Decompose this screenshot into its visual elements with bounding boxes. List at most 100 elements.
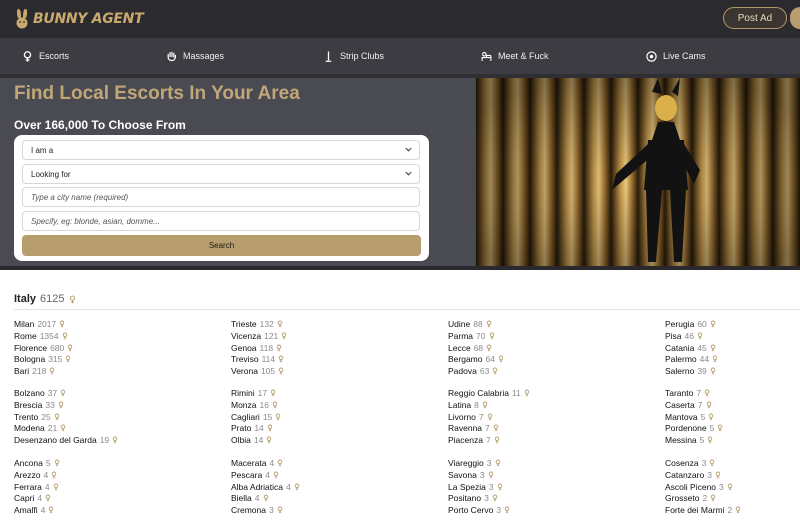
search-button[interactable]: Search — [22, 235, 421, 256]
city-input[interactable]: Type a city name (required) — [22, 187, 420, 207]
search-form: I am a Looking for Type a city name (req… — [14, 135, 429, 261]
city-link[interactable]: Verona 105 — [231, 366, 284, 376]
i-am-select[interactable]: I am a — [22, 140, 420, 160]
city-link[interactable]: Cosenza 3 — [665, 458, 715, 468]
city-count: 16 — [259, 399, 269, 410]
city-name: Forte dei Marmi — [665, 505, 725, 516]
city-link[interactable]: Perugia 60 — [665, 319, 716, 329]
city-count: 14 — [254, 423, 264, 434]
logo-text: BUNNY AGENT — [33, 11, 144, 27]
city-link[interactable]: Bologna 315 — [14, 354, 71, 364]
city-name: Pordenone — [665, 423, 707, 434]
city-count: 2 — [727, 505, 733, 516]
city-link[interactable]: Trento 25 — [14, 412, 60, 422]
city-link[interactable]: Grosseto 2 — [665, 493, 716, 503]
female-icon — [718, 424, 723, 432]
city-link[interactable]: Taranto 7 — [665, 388, 710, 398]
female-icon — [272, 401, 278, 409]
city-link[interactable]: Olbia 14 — [231, 435, 272, 445]
city-link[interactable]: Livorno 7 — [448, 412, 493, 422]
city-link[interactable]: Trieste 132 — [231, 319, 283, 329]
city-link[interactable]: Forte dei Marmi 2 — [665, 505, 741, 515]
female-icon — [278, 367, 284, 375]
female-icon — [49, 506, 54, 514]
city-name: Verona — [231, 366, 258, 377]
account-button[interactable] — [790, 7, 800, 29]
city-count: 46 — [684, 330, 695, 341]
city-link[interactable]: Milan 2017 — [14, 319, 65, 329]
city-link[interactable]: Reggio Calabria 11 — [448, 388, 530, 398]
city-link[interactable]: Mantova 5 — [665, 412, 714, 422]
city-count: 88 — [473, 319, 483, 329]
city-link[interactable]: Arezzo 4 — [14, 470, 57, 480]
nav-item-meet[interactable]: Meet & Fuck — [481, 38, 549, 74]
city-link[interactable]: Alba Adriatica 4 — [231, 482, 300, 492]
nav-item-massages[interactable]: Massages — [166, 38, 224, 74]
city-link[interactable]: Pescara 4 — [231, 470, 279, 480]
section-divider — [14, 309, 800, 310]
specify-input[interactable]: Specify, eg: blonde, asian, domme... — [22, 211, 420, 231]
looking-for-select[interactable]: Looking for — [22, 164, 420, 184]
city-link[interactable]: Biella 4 — [231, 493, 269, 503]
city-link[interactable]: Modena 21 — [14, 423, 66, 433]
city-name: Salerno — [665, 366, 695, 377]
city-link[interactable]: Capri 4 — [14, 493, 51, 503]
city-link[interactable]: Viareggio 3 — [448, 458, 501, 468]
city-link[interactable]: Catania 45 — [665, 343, 716, 353]
city-link[interactable]: La Spezia 3 — [448, 482, 503, 492]
city-link[interactable]: Vicenza 121 — [231, 331, 287, 341]
city-name: Bergamo — [448, 354, 483, 365]
city-link[interactable]: Cagliari 15 — [231, 412, 281, 422]
city-link[interactable]: Latina 8 — [448, 400, 488, 410]
female-icon — [493, 367, 498, 375]
city-link[interactable]: Lecce 68 — [448, 343, 492, 353]
city-link[interactable]: Palermo 44 — [665, 354, 718, 364]
city-link[interactable]: Cremona 3 — [231, 505, 283, 515]
city-link[interactable]: Porto Cervo 3 — [448, 505, 510, 515]
nav-item-escorts[interactable]: Escorts — [22, 38, 69, 74]
city-link[interactable]: Piacenza 7 — [448, 435, 500, 445]
female-icon — [482, 401, 488, 409]
nav-item-strip-clubs[interactable]: Strip Clubs — [323, 38, 384, 74]
city-name: Porto Cervo — [448, 505, 494, 516]
city-link[interactable]: Pordenone 5 — [665, 423, 723, 433]
city-link[interactable]: Padova 63 — [448, 366, 498, 376]
city-name: Treviso — [231, 354, 259, 365]
female-icon — [497, 483, 502, 490]
city-link[interactable]: Prato 14 — [231, 423, 273, 433]
city-link[interactable]: Macerata 4 — [231, 458, 283, 468]
city-link[interactable]: Messina 5 — [665, 435, 713, 445]
city-link[interactable]: Udine 88 — [448, 319, 492, 329]
city-link[interactable]: Rome 1354 — [14, 331, 68, 341]
nav-item-live-cams[interactable]: Live Cams — [646, 38, 706, 74]
city-link[interactable]: Ravenna 7 — [448, 423, 499, 433]
city-link[interactable]: Salerno 39 — [665, 366, 716, 376]
city-link[interactable]: Treviso 114 — [231, 354, 284, 364]
city-link[interactable]: Desenzano del Garda 19 — [14, 435, 118, 445]
city-link[interactable]: Ascoli Piceno 3 — [665, 482, 733, 492]
pole-icon — [325, 51, 332, 62]
city-link[interactable]: Rimini 17 — [231, 388, 276, 398]
city-link[interactable]: Savona 3 — [448, 470, 494, 480]
city-link[interactable]: Monza 16 — [231, 400, 278, 410]
female-icon — [68, 344, 73, 351]
city-link[interactable]: Parma 70 — [448, 331, 495, 341]
city-link[interactable]: Florence 680 — [14, 343, 73, 353]
city-link[interactable]: Catanzaro 3 — [665, 470, 721, 480]
city-link[interactable]: Bergamo 64 — [448, 354, 504, 364]
logo[interactable]: BUNNY AGENT — [14, 8, 144, 30]
city-name: Cagliari — [231, 411, 260, 422]
city-link[interactable]: Amalfi 4 — [14, 505, 54, 515]
city-name: Taranto — [665, 388, 694, 398]
city-count: 33 — [45, 399, 55, 410]
city-link[interactable]: Brescia 33 — [14, 400, 64, 410]
city-link[interactable]: Pisa 46 — [665, 331, 703, 341]
city-link[interactable]: Caserta 7 — [665, 400, 712, 410]
city-link[interactable]: Bari 218 — [14, 366, 55, 376]
city-link[interactable]: Positano 3 — [448, 493, 498, 503]
city-link[interactable]: Ferrara 4 — [14, 482, 59, 492]
city-link[interactable]: Bolzano 37 — [14, 388, 66, 398]
post-ad-button[interactable]: Post Ad — [723, 7, 787, 29]
city-link[interactable]: Genoa 118 — [231, 343, 282, 353]
city-link[interactable]: Ancona 5 — [14, 458, 60, 468]
